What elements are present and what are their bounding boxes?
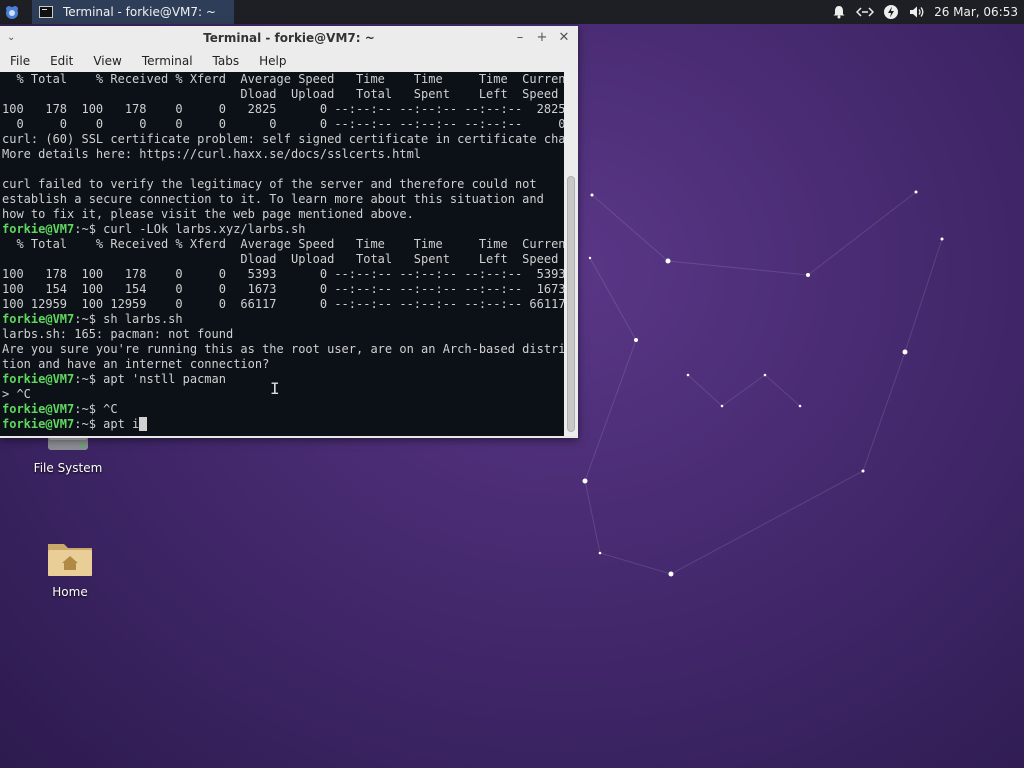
terminal-line: larbs.sh: 165: pacman: not found [2,327,234,341]
prompt-user: forkie@VM7 [2,222,75,236]
mouse-ibeam-cursor: I [270,379,280,398]
menu-edit[interactable]: Edit [40,54,83,68]
menu-view[interactable]: View [83,54,131,68]
terminal-window[interactable]: ⌄ Terminal - forkie@VM7: ~ – + ✕ File Ed… [0,26,578,438]
menubar: File Edit View Terminal Tabs Help [0,50,578,72]
terminal-line: 100 154 100 154 0 0 1673 0 --:--:-- --:-… [2,282,564,296]
terminal-prompt-line: forkie@VM7:~$ sh larbs.sh [2,312,564,327]
close-icon[interactable]: ✕ [556,30,572,46]
command-text: ^C [95,402,118,416]
command-text: apt 'nstll pacman [95,372,226,386]
terminal-prompt-line: forkie@VM7:~$ ^C [2,402,564,417]
terminal-prompt-line: forkie@VM7:~$ apt 'nstll pacman [2,372,564,387]
terminal-line: Dload Upload Total Spent Left Speed [2,252,559,266]
terminal-scrollbar[interactable] [564,72,578,436]
prompt-user: forkie@VM7 [2,372,75,386]
text-cursor [139,417,147,431]
desktop-icon-label: File System [33,461,103,475]
desktop-icon-label: Home [52,585,88,599]
terminal-text: % Total % Received % Xferd Average Speed… [0,72,564,432]
prompt-separator: :~$ [74,222,96,236]
menu-terminal[interactable]: Terminal [132,54,203,68]
terminal-prompt-line: forkie@VM7:~$ apt i [2,417,564,432]
terminal-line: curl failed to verify the legitimacy of … [2,177,537,191]
terminal-line: establish a secure connection to it. To … [2,192,544,206]
prompt-user: forkie@VM7 [2,402,75,416]
folder-home-icon [48,544,92,576]
terminal-prompt-line: forkie@VM7:~$ curl -LOk larbs.xyz/larbs.… [2,222,564,237]
prompt-separator: :~$ [74,402,96,416]
terminal-line: how to fix it, please visit the web page… [2,207,414,221]
desktop-icon-home[interactable]: Home [20,538,120,599]
maximize-icon[interactable]: + [534,30,550,46]
command-text: sh larbs.sh [95,312,183,326]
menu-file[interactable]: File [0,54,40,68]
terminal-line: Are you sure you're running this as the … [2,342,564,356]
terminal-line: % Total % Received % Xferd Average Speed… [2,72,564,86]
prompt-user: forkie@VM7 [2,312,75,326]
terminal-line: curl: (60) SSL certificate problem: self… [2,132,564,146]
terminal-line: tion and have an internet connection? [2,357,270,371]
prompt-separator: :~$ [74,417,96,431]
command-text: apt i [95,417,140,431]
terminal-line: > ^C [2,387,31,401]
terminal-line: 100 178 100 178 0 0 2825 0 --:--:-- --:-… [2,102,564,116]
window-titlebar[interactable]: ⌄ Terminal - forkie@VM7: ~ – + ✕ [0,26,578,50]
terminal-line: Dload Upload Total Spent Left Speed [2,87,559,101]
menu-help[interactable]: Help [249,54,296,68]
scrollbar-thumb[interactable] [567,176,575,432]
menu-tabs[interactable]: Tabs [203,54,250,68]
command-text: curl -LOk larbs.xyz/larbs.sh [95,222,306,236]
terminal-line: More details here: https://curl.haxx.se/… [2,147,422,161]
prompt-separator: :~$ [74,312,96,326]
terminal-output[interactable]: % Total % Received % Xferd Average Speed… [0,72,564,436]
prompt-separator: :~$ [74,372,96,386]
terminal-line: % Total % Received % Xferd Average Speed… [2,237,564,251]
window-title: Terminal - forkie@VM7: ~ [203,31,375,45]
terminal-line: 100 178 100 178 0 0 5393 0 --:--:-- --:-… [2,267,564,281]
terminal-line: 0 0 0 0 0 0 0 0 --:--:-- --:--:-- --:--:… [2,117,564,131]
terminal-line: 100 12959 100 12959 0 0 66117 0 --:--:--… [2,297,564,311]
minimize-icon[interactable]: – [512,30,528,46]
prompt-user: forkie@VM7 [2,417,75,431]
